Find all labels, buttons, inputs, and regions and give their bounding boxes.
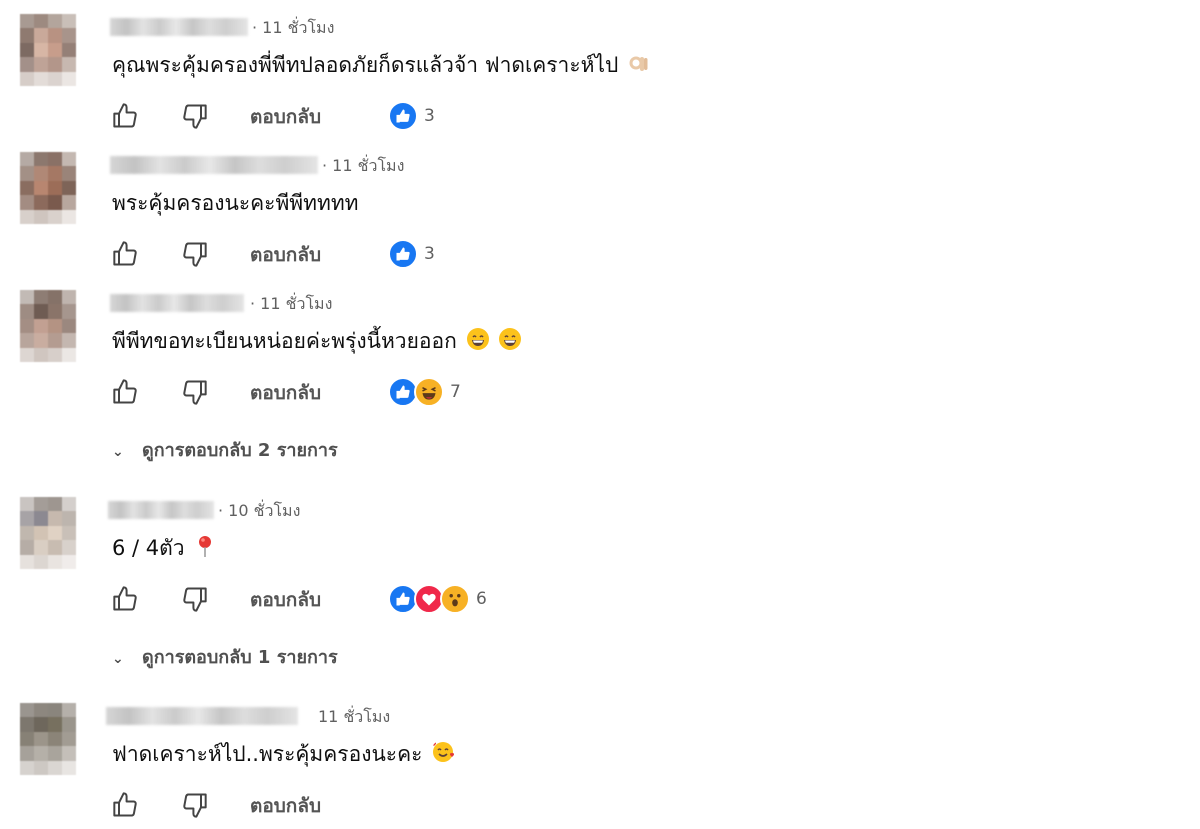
avatar[interactable] xyxy=(20,14,76,86)
ok-hand-icon xyxy=(629,56,648,71)
author-name[interactable] xyxy=(110,18,248,36)
reaction-summary[interactable]: 3 xyxy=(388,101,435,131)
thumbs-down-icon[interactable] xyxy=(180,791,208,819)
comment-text: พีพีทขอทะเบียนหน่อยค่ะพรุ่งนี้หวยออก xyxy=(112,326,522,356)
thumbs-up-icon[interactable] xyxy=(112,378,140,406)
comment-text: ฟาดเคราะห์ไป..พระคุ้มครองนะคะ xyxy=(112,739,455,769)
comment-text-content: 6 / 4ตัว xyxy=(112,536,185,560)
avatar[interactable] xyxy=(20,290,76,362)
thumbs-up-icon[interactable] xyxy=(112,240,140,268)
chevron-down-icon: ⌄ xyxy=(112,651,124,667)
thumbs-down-icon[interactable] xyxy=(180,378,208,406)
reply-button[interactable]: ตอบกลับ xyxy=(250,102,321,132)
avatar[interactable] xyxy=(20,703,76,775)
pushpin-icon xyxy=(199,536,212,557)
thumbs-up-icon[interactable] xyxy=(112,585,140,613)
smiling-face-with-hearts-icon xyxy=(432,741,455,762)
haha-reaction-icon xyxy=(414,377,444,407)
comment-actions: ตอบกลับ xyxy=(112,787,712,821)
chevron-down-icon: ⌄ xyxy=(112,444,124,460)
reply-button[interactable]: ตอบกลับ xyxy=(250,585,321,615)
avatar[interactable] xyxy=(20,152,76,224)
reaction-count: 3 xyxy=(424,106,435,126)
thumbs-down-icon[interactable] xyxy=(180,102,208,130)
like-reaction-icon xyxy=(388,239,418,269)
reaction-count: 3 xyxy=(424,244,435,264)
reaction-count: 6 xyxy=(476,589,487,609)
comment-actions: ตอบกลับ 6 xyxy=(112,581,712,615)
like-reaction-icon xyxy=(388,101,418,131)
view-replies-button[interactable]: ⌄ ดูการตอบกลับ 1 รายการ xyxy=(112,642,338,671)
comment-time: · 10 ชั่วโมง xyxy=(218,501,301,520)
thumbs-down-icon[interactable] xyxy=(180,240,208,268)
comment-text: 6 / 4ตัว xyxy=(112,533,217,563)
comment-actions: ตอบกลับ 3 xyxy=(112,98,712,132)
wow-reaction-icon xyxy=(440,584,470,614)
reaction-summary[interactable]: 6 xyxy=(388,584,487,614)
author-name[interactable] xyxy=(106,707,298,725)
reply-button[interactable]: ตอบกลับ xyxy=(250,240,321,270)
comment-text-content: ฟาดเคราะห์ไป..พระคุ้มครองนะคะ xyxy=(112,742,423,766)
comment-time: · 11 ชั่วโมง xyxy=(250,294,333,313)
thumbs-down-icon[interactable] xyxy=(180,585,208,613)
comment-text-content: พระคุ้มครองนะคะพีพีทททท xyxy=(112,191,359,215)
reaction-summary[interactable]: 7 xyxy=(388,377,461,407)
avatar[interactable] xyxy=(20,497,76,569)
reply-button[interactable]: ตอบกลับ xyxy=(250,791,321,821)
comment-text: พระคุ้มครองนะคะพีพีทททท xyxy=(112,188,359,218)
author-name[interactable] xyxy=(110,294,244,312)
comment-time: · 11 ชั่วโมง xyxy=(322,156,405,175)
grinning-face-icon xyxy=(466,328,489,350)
comment-actions: ตอบกลับ 3 xyxy=(112,236,712,270)
reaction-count: 7 xyxy=(450,382,461,402)
grinning-face-icon xyxy=(499,328,522,350)
comment-actions: ตอบกลับ 7 xyxy=(112,374,712,408)
comment-time: · 11 ชั่วโมง xyxy=(252,18,335,37)
view-replies-label: ดูการตอบกลับ 1 รายการ xyxy=(142,647,338,668)
thumbs-up-icon[interactable] xyxy=(112,102,140,130)
view-replies-button[interactable]: ⌄ ดูการตอบกลับ 2 รายการ xyxy=(112,435,338,464)
comment-time: 11 ชั่วโมง xyxy=(318,707,391,726)
thumbs-up-icon[interactable] xyxy=(112,791,140,819)
comment-text-content: พีพีทขอทะเบียนหน่อยค่ะพรุ่งนี้หวยออก xyxy=(112,329,457,353)
author-name[interactable] xyxy=(108,501,214,519)
reply-button[interactable]: ตอบกลับ xyxy=(250,378,321,408)
author-name[interactable] xyxy=(110,156,318,174)
comment-text-content: คุณพระคุ้มครองพี่พีทปลอดภัยก็ดรแล้วจ้า ฟ… xyxy=(112,53,619,77)
view-replies-label: ดูการตอบกลับ 2 รายการ xyxy=(142,440,338,461)
comment-text: คุณพระคุ้มครองพี่พีทปลอดภัยก็ดรแล้วจ้า ฟ… xyxy=(112,50,651,80)
reaction-summary[interactable]: 3 xyxy=(388,239,435,269)
